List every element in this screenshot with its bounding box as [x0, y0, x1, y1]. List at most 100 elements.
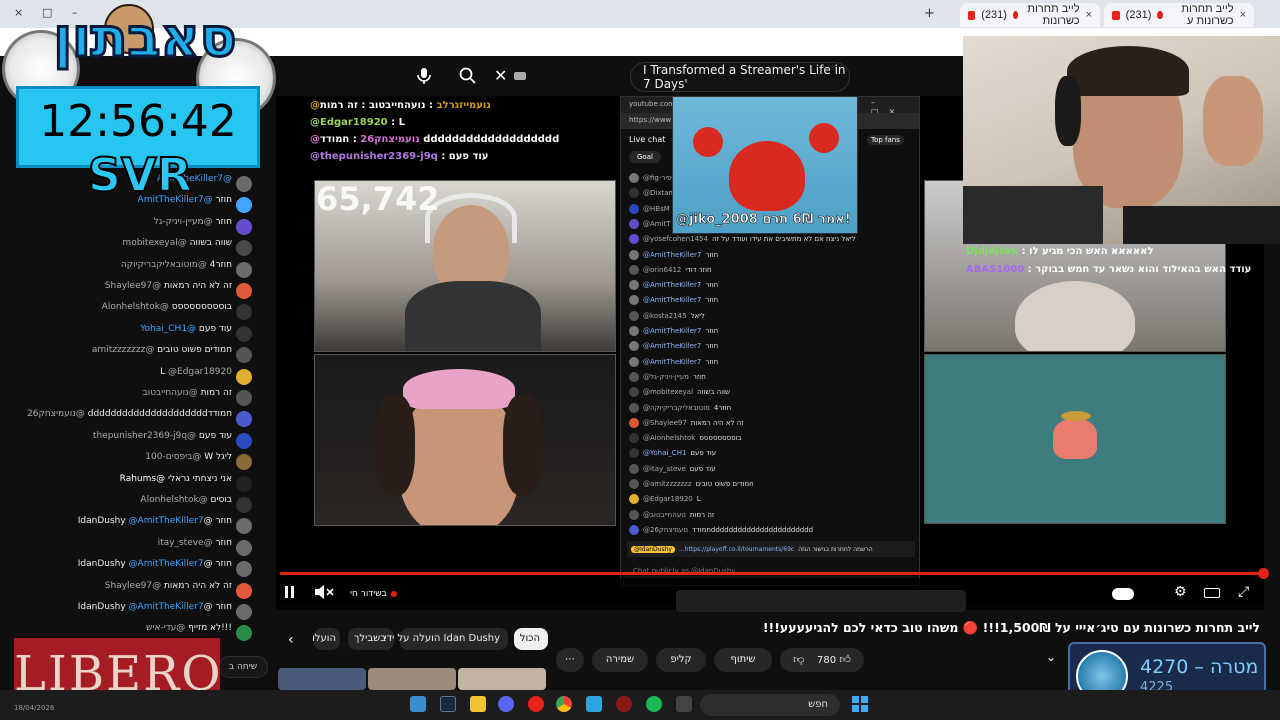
more-actions-button[interactable]: ⋯ — [556, 648, 584, 672]
chat-author[interactable]: @Yohai_CH1 — [140, 324, 196, 334]
avatar[interactable] — [236, 497, 252, 513]
avatar[interactable] — [236, 176, 252, 192]
chip-uploaded[interactable]: הועלו — [312, 628, 340, 650]
chat-author[interactable]: @amitzzzzzzz — [643, 480, 692, 488]
chat-author[interactable]: @מוטובאליקבריקיוקה — [643, 404, 710, 412]
top-fans-button[interactable]: Top fans — [867, 135, 904, 145]
avatar[interactable] — [236, 304, 252, 321]
chat-author[interactable]: @itay_steve — [158, 538, 213, 548]
chat-author[interactable]: @מוטובאליקבריקיוקה — [121, 260, 207, 270]
avatar[interactable] — [236, 218, 252, 235]
chat-author[interactable]: @AmitTheKiller7 — [643, 251, 701, 259]
chat-author[interactable]: @thepunisher2369-j9q — [93, 431, 196, 441]
chat-author[interactable]: @AmitTheKiller7 — [129, 602, 204, 612]
chat-author[interactable]: @ביפסים-100 — [145, 452, 201, 462]
avatar[interactable] — [629, 173, 639, 183]
chat-author[interactable]: @Edgar18920 — [643, 495, 693, 503]
folder-icon[interactable] — [470, 696, 486, 712]
chat-author[interactable]: @Rahums — [120, 474, 165, 484]
chat-author[interactable]: @AmitTheKiller7 — [643, 296, 701, 304]
search-input[interactable]: I Transformed a Streamer's Life in 7 Day… — [630, 62, 850, 92]
browser-tab-2[interactable]: × לייב תחרות כשרונות ע (231) — [1104, 3, 1254, 27]
chat-author[interactable]: @נועהחייבטוב — [143, 388, 198, 398]
avatar[interactable] — [236, 347, 252, 364]
progress-bar[interactable] — [280, 572, 1264, 575]
chrome-icon[interactable] — [556, 696, 572, 712]
avatar[interactable] — [236, 411, 252, 428]
chat-author[interactable]: @Shaylee97 — [105, 581, 161, 591]
avatar[interactable] — [236, 283, 252, 299]
avatar[interactable] — [629, 387, 639, 398]
pinned-link[interactable]: ...https://playoff.co.il/tournaments/69c — [679, 546, 794, 553]
clip-button[interactable]: קליפ — [656, 648, 706, 672]
chat-author[interactable]: @Alonhelshtok — [102, 302, 169, 312]
chat-author[interactable]: @מעיין-ויניק-גל — [643, 373, 689, 381]
settings-gear-icon[interactable]: ⚙ — [1174, 584, 1187, 600]
chat-author[interactable]: @mobitexeyal — [122, 238, 186, 248]
chip-all[interactable]: הכול — [514, 628, 548, 650]
chat-author[interactable]: @itay_steve — [643, 465, 686, 473]
chat-author[interactable]: @kosta2145 — [643, 312, 687, 320]
progress-knob[interactable] — [1258, 568, 1269, 579]
close-window-button[interactable]: × — [14, 6, 23, 19]
chat-author[interactable]: @Alonhelshtok — [140, 495, 207, 505]
chat-author[interactable]: @HBsM — [643, 205, 670, 213]
chips-back-icon[interactable]: ‹ — [288, 632, 294, 648]
pinned-message[interactable]: @IdanDushy ...https://playoff.co.il/tour… — [627, 541, 915, 557]
chat-author[interactable]: @Shaylee97 — [105, 281, 161, 291]
recommended-thumbnail[interactable] — [458, 668, 546, 690]
avatar[interactable] — [629, 188, 639, 199]
avatar[interactable] — [236, 368, 252, 385]
avatar[interactable] — [236, 240, 252, 257]
chat-author[interactable]: @נועהחייבטוב — [643, 511, 686, 519]
close-tab-icon[interactable]: × — [1086, 9, 1092, 21]
search-icon[interactable] — [458, 66, 478, 86]
chat-author[interactable]: @AmitTheKiller7 — [643, 327, 701, 335]
chat-author[interactable]: @amitzzzzzzz — [92, 345, 154, 355]
avatar[interactable] — [629, 417, 639, 428]
avatar[interactable] — [629, 463, 639, 474]
taskbar-app-icon[interactable] — [410, 696, 426, 712]
save-button[interactable]: שמירה — [592, 648, 648, 672]
taskbar-search[interactable]: חפש — [700, 694, 840, 716]
like-dislike-group[interactable]: 👎︎ 780 👍︎ — [780, 648, 864, 672]
chat-author[interactable]: @מעיין-ויניק-גל — [154, 217, 213, 227]
mute-icon[interactable] — [314, 585, 334, 603]
avatar[interactable] — [629, 264, 639, 275]
avatar[interactable] — [629, 234, 639, 245]
avatar[interactable] — [629, 203, 639, 214]
chat-author[interactable]: @AmitTheKiller7 — [129, 559, 204, 569]
browser-tab-1[interactable]: × לייב תחרות כשרונות (231) — [960, 3, 1100, 27]
like-icon[interactable]: 👍︎ — [839, 653, 851, 666]
chat-author[interactable]: @orin6412 — [643, 266, 681, 274]
live-badge[interactable]: בשידור חי — [350, 585, 397, 603]
avatar[interactable] — [629, 371, 639, 382]
avatar[interactable] — [236, 197, 252, 214]
avatar[interactable] — [629, 448, 639, 459]
avatar[interactable] — [236, 604, 252, 620]
telegram-icon[interactable] — [586, 696, 602, 712]
chat-author[interactable]: @Alonhelshtok — [643, 434, 695, 442]
obs-icon[interactable] — [616, 696, 632, 712]
avatar[interactable] — [629, 295, 639, 306]
discord-icon[interactable] — [498, 696, 514, 712]
chat-author[interactable]: @Yohai_CH1 — [643, 449, 686, 457]
close-tab-icon[interactable]: × — [1240, 9, 1246, 21]
avatar[interactable] — [629, 341, 639, 352]
chat-author[interactable]: @AmitTheKiller7 — [643, 342, 701, 350]
avatar[interactable] — [629, 479, 639, 489]
expand-chevron-icon[interactable]: ⌄ — [1046, 650, 1056, 664]
avatar[interactable] — [236, 432, 252, 449]
goal-chip[interactable]: Goal — [629, 151, 661, 163]
avatar[interactable] — [629, 280, 639, 291]
keyboard-icon[interactable] — [514, 72, 526, 80]
mic-icon[interactable] — [414, 66, 434, 86]
chip-uploaded-by[interactable]: Idan Dushy הועלה על ידי — [384, 628, 508, 650]
avatar[interactable] — [236, 539, 252, 556]
task-view-icon[interactable] — [676, 696, 692, 712]
chat-author[interactable]: @עדי-איש — [146, 623, 185, 633]
clear-search-icon[interactable]: ✕ — [494, 66, 507, 85]
chat-author[interactable]: @AmitTheKiller7 — [643, 281, 701, 289]
chat-author[interactable]: @AmitTheKiller7 — [129, 516, 204, 526]
avatar[interactable] — [629, 249, 639, 260]
